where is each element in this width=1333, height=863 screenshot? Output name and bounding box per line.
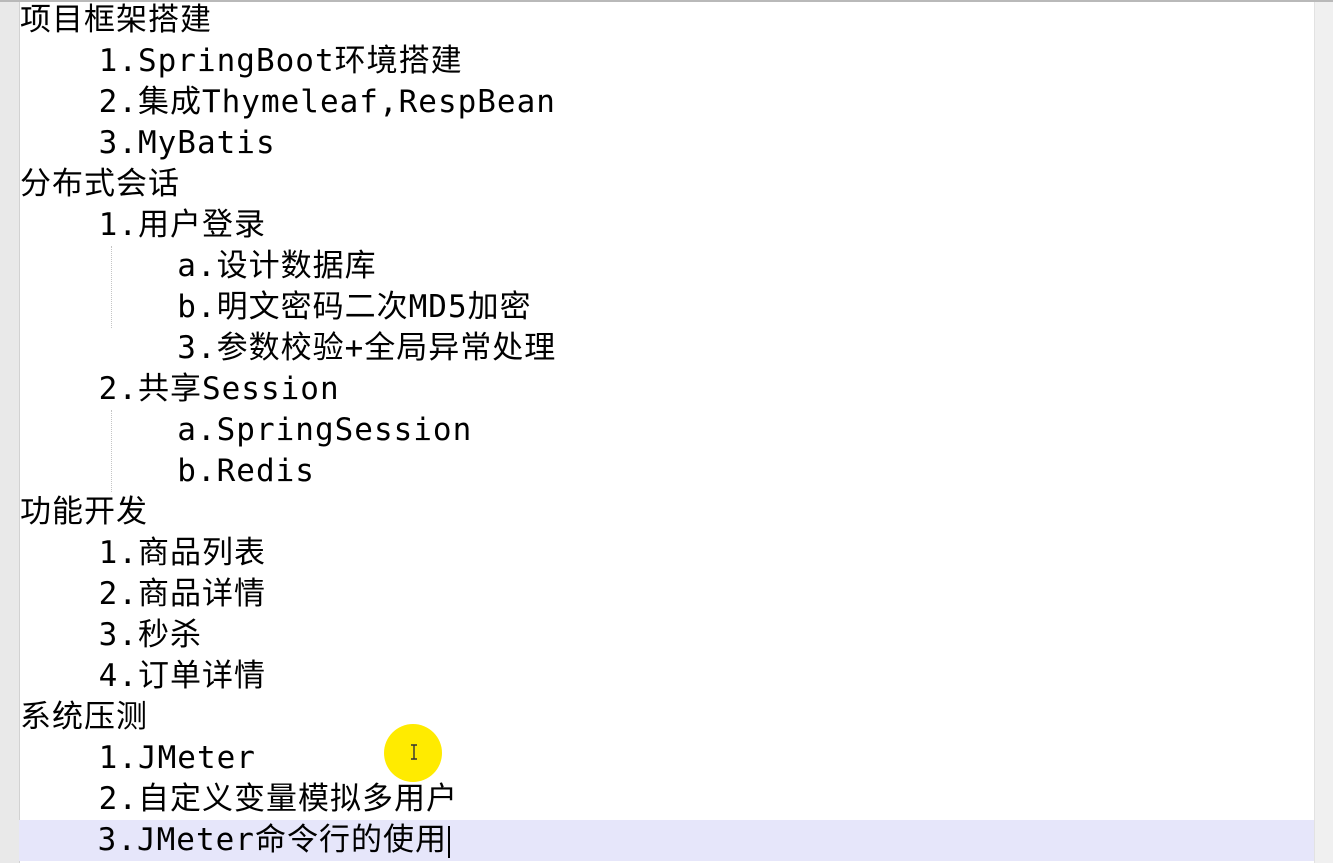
line-9[interactable]: 3.参数校验+全局异常处理	[20, 328, 556, 369]
line-16[interactable]: 3.秒杀	[20, 615, 202, 656]
line-10[interactable]: 2.共享Session	[20, 369, 340, 410]
line-21-current[interactable]: 3.JMeter命令行的使用	[19, 820, 1315, 861]
text-caret	[447, 825, 450, 858]
current-line-text: 3.JMeter命令行的使用	[19, 822, 447, 858]
editor-gutter[interactable]	[0, 2, 20, 863]
line-3[interactable]: 2.集成Thymeleaf,RespBean	[20, 82, 556, 123]
line-4[interactable]: 3.MyBatis	[20, 123, 276, 164]
line-14[interactable]: 1.商品列表	[20, 533, 266, 574]
line-18[interactable]: 系统压测	[20, 697, 148, 738]
line-12[interactable]: b.Redis	[20, 451, 315, 492]
line-8[interactable]: b.明文密码二次MD5加密	[20, 287, 532, 328]
line-7[interactable]: a.设计数据库	[20, 246, 377, 287]
line-1[interactable]: 项目框架搭建	[20, 0, 212, 41]
line-11[interactable]: a.SpringSession	[20, 410, 472, 451]
line-13[interactable]: 功能开发	[20, 492, 148, 533]
line-19[interactable]: 1.JMeter	[20, 738, 256, 779]
line-2[interactable]: 1.SpringBoot环境搭建	[20, 41, 463, 82]
text-cursor-icon	[411, 744, 417, 760]
text-area[interactable]: 项目框架搭建 1.SpringBoot环境搭建 2.集成Thymeleaf,Re…	[19, 0, 1315, 863]
text-editor[interactable]: 项目框架搭建 1.SpringBoot环境搭建 2.集成Thymeleaf,Re…	[0, 0, 1333, 863]
line-5[interactable]: 分布式会话	[20, 164, 180, 205]
line-20[interactable]: 2.自定义变量模拟多用户	[20, 779, 458, 820]
line-15[interactable]: 2.商品详情	[20, 574, 266, 615]
line-6[interactable]: 1.用户登录	[20, 205, 266, 246]
line-17[interactable]: 4.订单详情	[20, 656, 266, 697]
vertical-scrollbar[interactable]	[1314, 2, 1333, 863]
